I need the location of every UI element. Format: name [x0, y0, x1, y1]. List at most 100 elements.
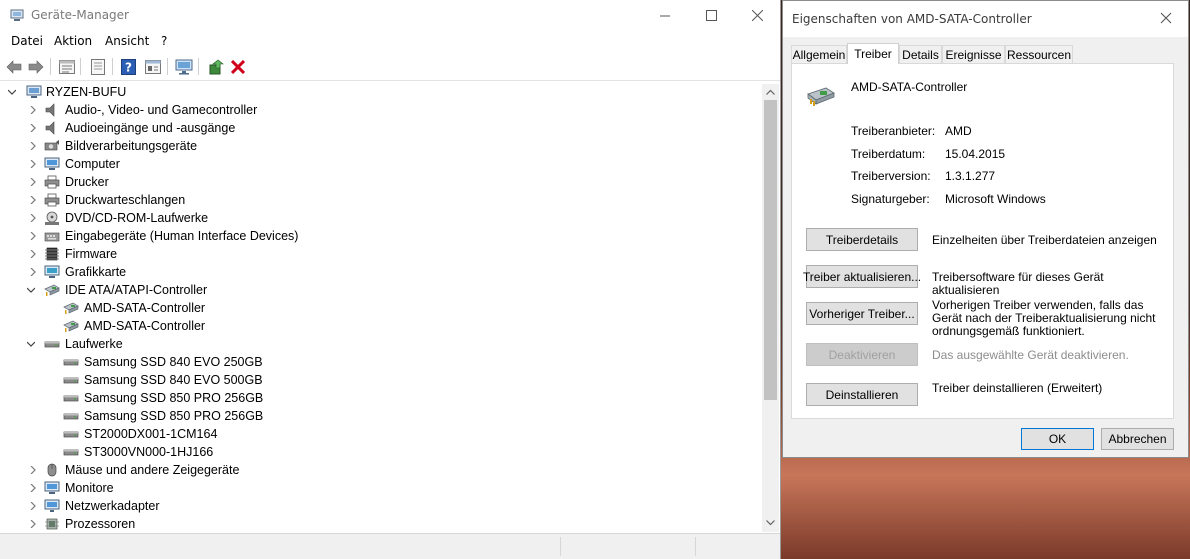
ok-button[interactable]: OK: [1021, 428, 1094, 450]
tree-category[interactable]: Druckwarteschlangen: [0, 191, 760, 209]
tab-details[interactable]: Details: [899, 45, 942, 63]
tree-device[interactable]: ST2000DX001-1CM164: [0, 425, 760, 443]
disable-device-description: Das ausgewählte Gerät deaktivieren.: [932, 348, 1129, 362]
tree-item-label: IDE ATA/ATAPI-Controller: [65, 283, 208, 297]
menu-bar: Datei Aktion Ansicht ?: [0, 31, 780, 52]
menu-ansicht[interactable]: Ansicht: [105, 34, 149, 48]
tree-item-label: Eingabegeräte (Human Interface Devices): [65, 229, 299, 243]
chevron-right-icon[interactable]: [29, 160, 37, 168]
tree-item-label: Drucker: [65, 175, 109, 189]
chevron-right-icon[interactable]: [29, 250, 37, 258]
tree-root-label: RYZEN-BUFU: [46, 85, 127, 99]
tree-category[interactable]: DVD/CD-ROM-Laufwerke: [0, 209, 760, 227]
tree-item-label: ST3000VN000-1HJ166: [84, 445, 214, 459]
menu-aktion[interactable]: Aktion: [54, 34, 92, 48]
menu-datei[interactable]: Datei: [11, 34, 43, 48]
view-button[interactable]: [87, 56, 108, 77]
chevron-right-icon[interactable]: [29, 178, 37, 186]
cancel-button[interactable]: Abbrechen: [1101, 428, 1174, 450]
maximize-icon: [705, 10, 717, 21]
tree-device[interactable]: Samsung SSD 840 EVO 500GB: [0, 371, 760, 389]
tree-scrollbar[interactable]: [762, 84, 779, 532]
tree-category[interactable]: Monitore: [0, 479, 760, 497]
rollback-driver-button[interactable]: Vorheriger Treiber...: [806, 302, 918, 325]
view-resources-icon: [144, 59, 161, 74]
uninstall-button[interactable]: [227, 56, 248, 77]
back-button[interactable]: [3, 56, 24, 77]
tree-category[interactable]: Audio-, Video- und Gamecontroller: [0, 101, 760, 119]
chevron-right-icon[interactable]: [29, 232, 37, 240]
driver-details-button[interactable]: Treiberdetails: [806, 228, 918, 251]
chevron-down-icon[interactable]: [27, 340, 35, 348]
tree-device[interactable]: Samsung SSD 850 PRO 256GB: [0, 407, 760, 425]
drive-icon: [63, 449, 79, 456]
tree-category[interactable]: Grafikkarte: [0, 263, 760, 281]
tree-category[interactable]: Mäuse und andere Zeigegeräte: [0, 461, 760, 479]
close-icon[interactable]: [1159, 11, 1173, 25]
tree-item-label: Bildverarbeitungsgeräte: [65, 139, 198, 153]
close-button[interactable]: [734, 0, 780, 31]
dialog-title: Eigenschaften von AMD-SATA-Controller: [792, 12, 1032, 26]
tree-item-label: ST2000DX001-1CM164: [84, 427, 218, 441]
scroll-down-icon[interactable]: [766, 518, 775, 527]
driver-details-description: Einzelheiten über Treiberdateien anzeige…: [932, 233, 1157, 247]
forward-button[interactable]: [25, 56, 46, 77]
printer-icon: [44, 193, 60, 207]
tab-treiber[interactable]: Treiber: [847, 43, 899, 64]
tree-category[interactable]: Netzwerkadapter: [0, 497, 760, 515]
menu-help[interactable]: ?: [161, 34, 167, 48]
tree-device[interactable]: ST3000VN000-1HJ166: [0, 443, 760, 461]
uninstall-driver-button[interactable]: Deinstallieren: [806, 383, 918, 406]
view-resources-button[interactable]: [142, 56, 163, 77]
tree-category[interactable]: Prozessoren: [0, 515, 760, 533]
chevron-right-icon[interactable]: [29, 142, 37, 150]
tree-category[interactable]: Audioeingänge und -ausgänge: [0, 119, 760, 137]
chevron-right-icon[interactable]: [29, 268, 37, 276]
monitor-icon: [44, 157, 60, 170]
monitor-icon: [44, 481, 60, 494]
tree-item-label: Druckwarteschlangen: [65, 193, 186, 207]
tree-category[interactable]: Firmware: [0, 245, 760, 263]
update-driver-button[interactable]: Treiber aktualisieren...: [803, 265, 921, 288]
tree-category[interactable]: Drucker: [0, 173, 760, 191]
chevron-down-icon[interactable]: [8, 88, 16, 96]
scroll-thumb[interactable]: [764, 100, 777, 400]
scroll-up-icon[interactable]: [766, 88, 775, 97]
tab-allgemein[interactable]: Allgemein: [791, 45, 847, 63]
tree-device[interactable]: Samsung SSD 850 PRO 256GB: [0, 389, 760, 407]
tab-ressourcen[interactable]: Ressourcen: [1005, 45, 1073, 63]
chevron-right-icon[interactable]: [29, 502, 37, 510]
tree-category[interactable]: Laufwerke: [0, 335, 760, 353]
disable-device-button[interactable]: Deaktivieren: [806, 343, 918, 366]
chevron-right-icon[interactable]: [29, 520, 37, 528]
tree-device[interactable]: AMD-SATA-Controller: [0, 299, 760, 317]
tree-item-label: Netzwerkadapter: [65, 499, 160, 513]
tree-device[interactable]: Samsung SSD 840 EVO 250GB: [0, 353, 760, 371]
tree-category[interactable]: Eingabegeräte (Human Interface Devices): [0, 227, 760, 245]
drive-icon: [44, 341, 60, 348]
tree-item-label: Laufwerke: [65, 337, 123, 351]
minimize-button[interactable]: [642, 0, 688, 31]
scan-hardware-button[interactable]: [173, 56, 194, 77]
chevron-right-icon[interactable]: [29, 484, 37, 492]
chevron-right-icon[interactable]: [29, 466, 37, 474]
chevron-right-icon[interactable]: [29, 106, 37, 114]
tree-category[interactable]: Bildverarbeitungsgeräte: [0, 137, 760, 155]
tree-category[interactable]: Computer: [0, 155, 760, 173]
tab-ereignisse[interactable]: Ereignisse: [942, 45, 1005, 63]
tree-category[interactable]: IDE ATA/ATAPI-Controller: [0, 281, 760, 299]
chevron-down-icon[interactable]: [27, 286, 35, 294]
chevron-right-icon[interactable]: [29, 196, 37, 204]
properties-list-button[interactable]: [56, 56, 77, 77]
update-driver-button[interactable]: [205, 56, 226, 77]
chevron-right-icon[interactable]: [29, 214, 37, 222]
info-key: Signaturgeber:: [851, 192, 930, 206]
maximize-button[interactable]: [688, 0, 734, 31]
tree-item-label: Audioeingänge und -ausgänge: [65, 121, 236, 135]
tree-root[interactable]: RYZEN-BUFU: [0, 83, 760, 101]
tree-item-label: Samsung SSD 840 EVO 250GB: [84, 355, 263, 369]
tree-device[interactable]: AMD-SATA-Controller: [0, 317, 760, 335]
help-button[interactable]: ?: [118, 56, 139, 77]
cpu-icon: [45, 518, 59, 530]
chevron-right-icon[interactable]: [29, 124, 37, 132]
